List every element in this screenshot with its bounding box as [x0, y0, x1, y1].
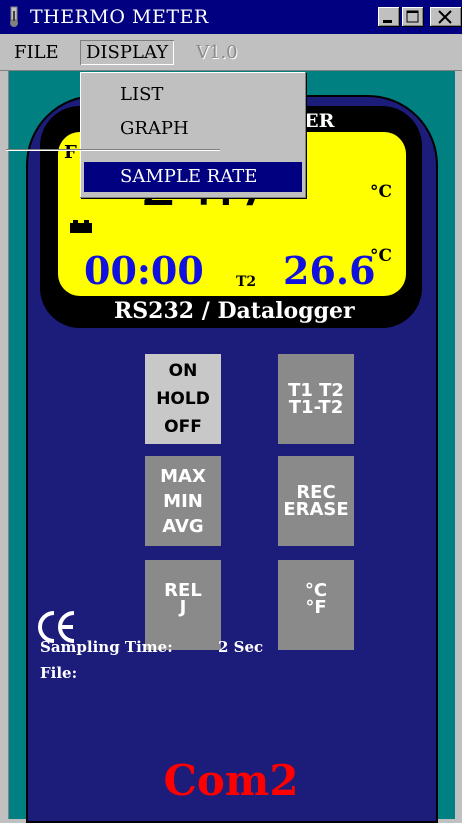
button-label: ON	[168, 361, 198, 381]
unit-toggle-button[interactable]: °C °F	[278, 560, 354, 650]
menu-display[interactable]: DISPLAY	[80, 40, 174, 65]
window-title: THERMO METER	[30, 6, 209, 28]
button-label: OFF	[164, 417, 202, 437]
rel-button[interactable]: REL J	[145, 560, 221, 650]
file-label: File:	[40, 664, 78, 682]
button-label: MAX	[160, 465, 206, 487]
elapsed-time: 00:00	[84, 248, 204, 293]
minimize-icon	[383, 20, 392, 23]
rec-erase-button[interactable]: REC ERASE	[278, 456, 354, 546]
menu-item-list[interactable]: LIST	[84, 80, 302, 110]
on-hold-off-button[interactable]: ON HOLD OFF	[145, 354, 221, 444]
menu-bar: FILE DISPLAY V1.0	[0, 34, 462, 71]
lcd-left-mark: F	[64, 142, 77, 163]
sampling-time-value: 2 Sec	[218, 638, 264, 656]
menu-separator	[6, 149, 220, 151]
menu-file[interactable]: FILE	[8, 40, 65, 65]
button-label: MIN	[163, 490, 203, 512]
battery-icon	[70, 218, 94, 237]
button-label: T1-T2	[288, 397, 344, 418]
t1-t2-button[interactable]: T1 T2 T1-T2	[278, 354, 354, 444]
t2-value: 26.6	[283, 248, 376, 293]
lcd-footer: RS232 / Datalogger	[114, 298, 355, 324]
minimize-button[interactable]	[378, 7, 400, 27]
maximize-button[interactable]	[402, 7, 424, 27]
close-icon	[438, 10, 452, 24]
display-menu-dropdown: LIST GRAPH SAMPLE RATE	[80, 72, 306, 198]
t2-label: T2	[236, 274, 257, 290]
maximize-icon	[406, 10, 419, 23]
com-port-label: Com2	[163, 756, 299, 805]
menu-item-sample-rate[interactable]: SAMPLE RATE	[84, 162, 302, 192]
menu-version: V1.0	[196, 42, 238, 63]
max-min-avg-button[interactable]: MAX MIN AVG	[145, 456, 221, 546]
button-label: ERASE	[283, 499, 349, 520]
main-unit: °C	[370, 182, 393, 202]
button-label: J	[179, 597, 187, 618]
close-button[interactable]	[430, 7, 462, 27]
title-bar: THERMO METER	[0, 0, 462, 34]
sampling-time-label: Sampling Time:	[40, 638, 173, 656]
button-label: HOLD	[156, 389, 210, 409]
button-label: AVG	[162, 515, 204, 537]
menu-item-graph[interactable]: GRAPH	[84, 114, 302, 144]
thermometer-icon[interactable]	[6, 6, 22, 28]
button-label: °F	[305, 597, 327, 618]
